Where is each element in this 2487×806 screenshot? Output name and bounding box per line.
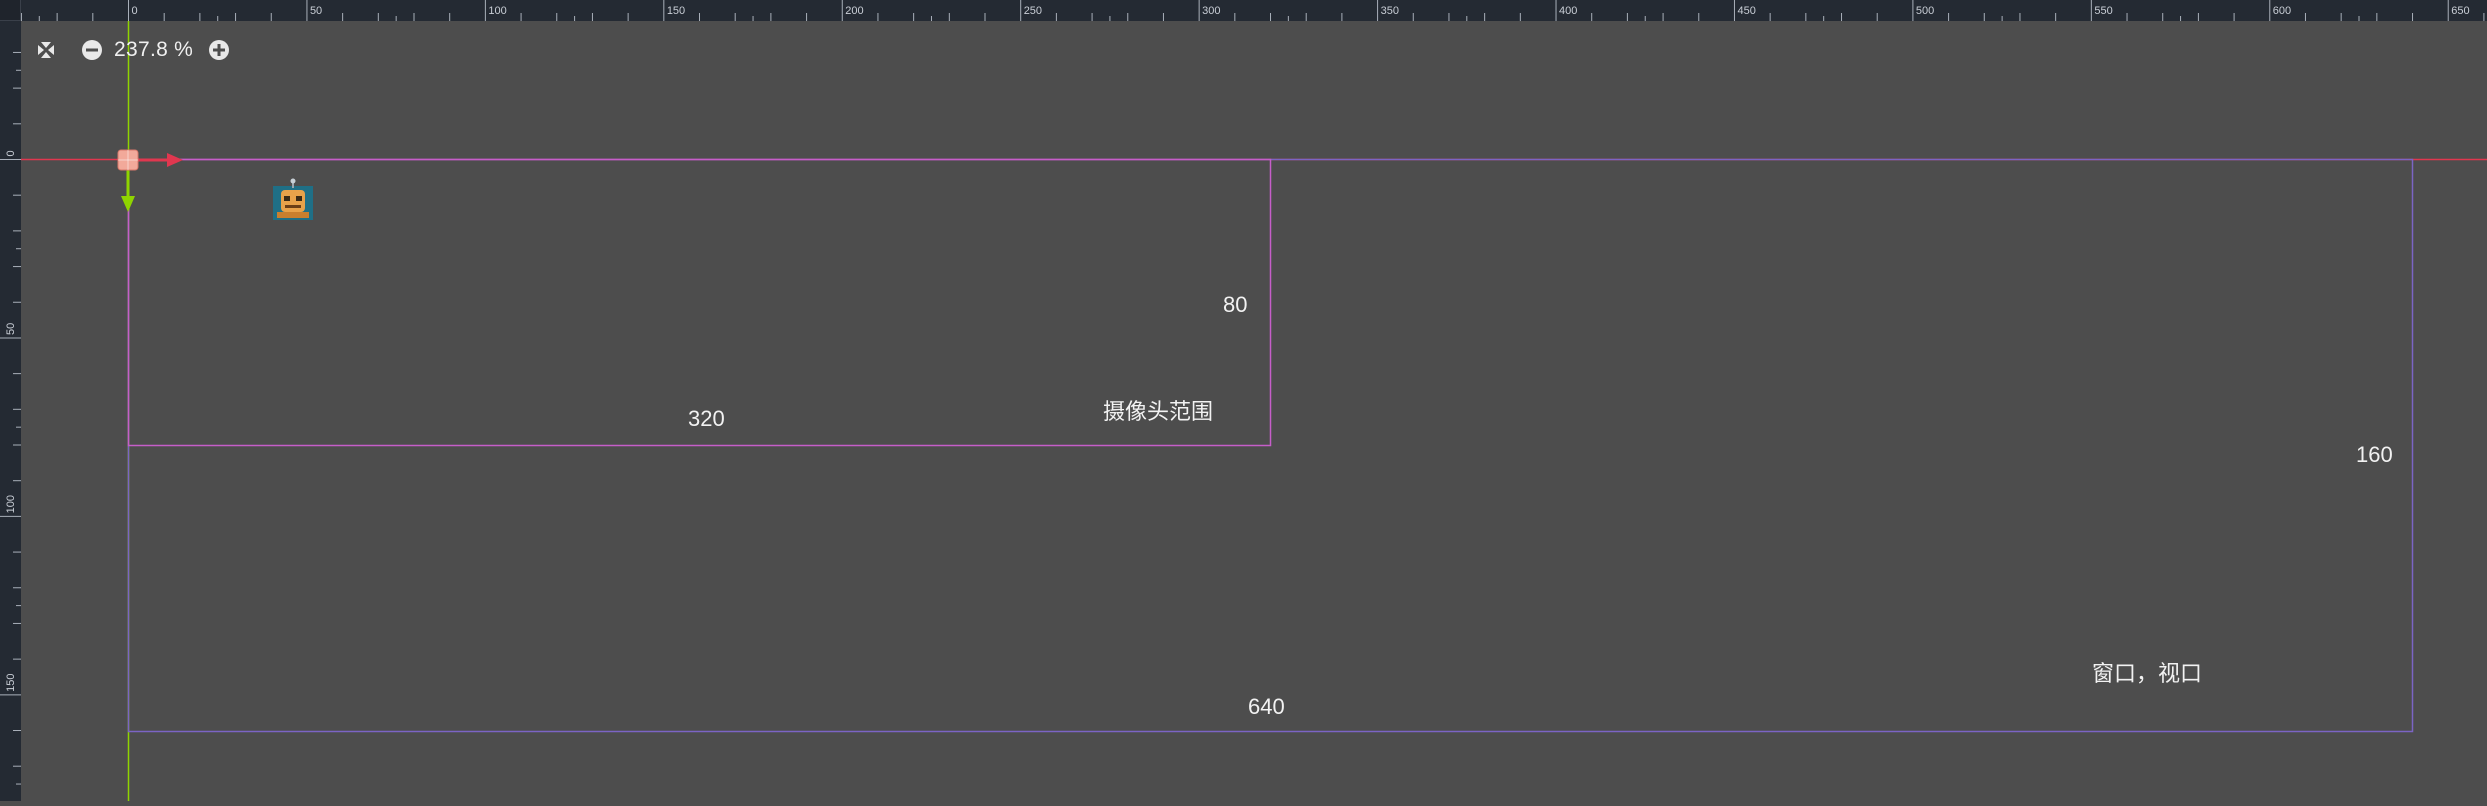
ruler-left-label: 100 [5, 495, 17, 513]
camera-width-label: 320 [688, 406, 725, 431]
ruler-top-label: 0 [132, 5, 138, 17]
y-gizmo-arrowhead[interactable] [121, 196, 135, 212]
ruler-corner [0, 0, 21, 21]
robot-sprite-icon[interactable] [271, 178, 315, 222]
window-width-label: 640 [1248, 694, 1285, 719]
ruler-top-label: 550 [2094, 5, 2112, 17]
zoom-in-icon[interactable] [203, 34, 235, 66]
ruler-top-label: 450 [1737, 5, 1755, 17]
ruler-top-label: 650 [2451, 5, 2469, 17]
ruler-top-label: 50 [310, 5, 322, 17]
camera-height-label: 80 [1223, 292, 1248, 317]
ruler-top-label: 600 [2273, 5, 2291, 17]
ruler-left[interactable]: 0 50 100 150 [0, 0, 21, 801]
zoom-level[interactable]: 237.8 % [114, 38, 193, 62]
x-gizmo-arrowhead[interactable] [167, 153, 183, 167]
ruler-left-label: 0 [5, 150, 17, 156]
ruler-top-label: 250 [1024, 5, 1042, 17]
ruler-top[interactable]: 0 50 100 150 200 250 300 350 400 450 500 550 600 650 [0, 0, 2487, 21]
zoom-out-icon[interactable] [76, 34, 108, 66]
ruler-top-label: 350 [1381, 5, 1399, 17]
origin-gizmo[interactable] [117, 149, 183, 212]
window-viewport-label: 窗口，视口 [2092, 661, 2203, 686]
zoom-toolbar: 237.8 % [30, 34, 235, 66]
ruler-top-label: 300 [1202, 5, 1220, 17]
ruler-top-label: 500 [1916, 5, 1934, 17]
ruler-left-label: 150 [5, 673, 17, 691]
ruler-top-label: 100 [488, 5, 506, 17]
ruler-top-label: 150 [667, 5, 685, 17]
window-height-label: 160 [2356, 442, 2393, 467]
ruler-top-label: 200 [845, 5, 863, 17]
camera-range-label: 摄像头范围 [1103, 399, 1214, 424]
ruler-left-label: 50 [5, 323, 17, 335]
ruler-top-label: 400 [1559, 5, 1577, 17]
center-view-icon[interactable] [30, 34, 62, 66]
